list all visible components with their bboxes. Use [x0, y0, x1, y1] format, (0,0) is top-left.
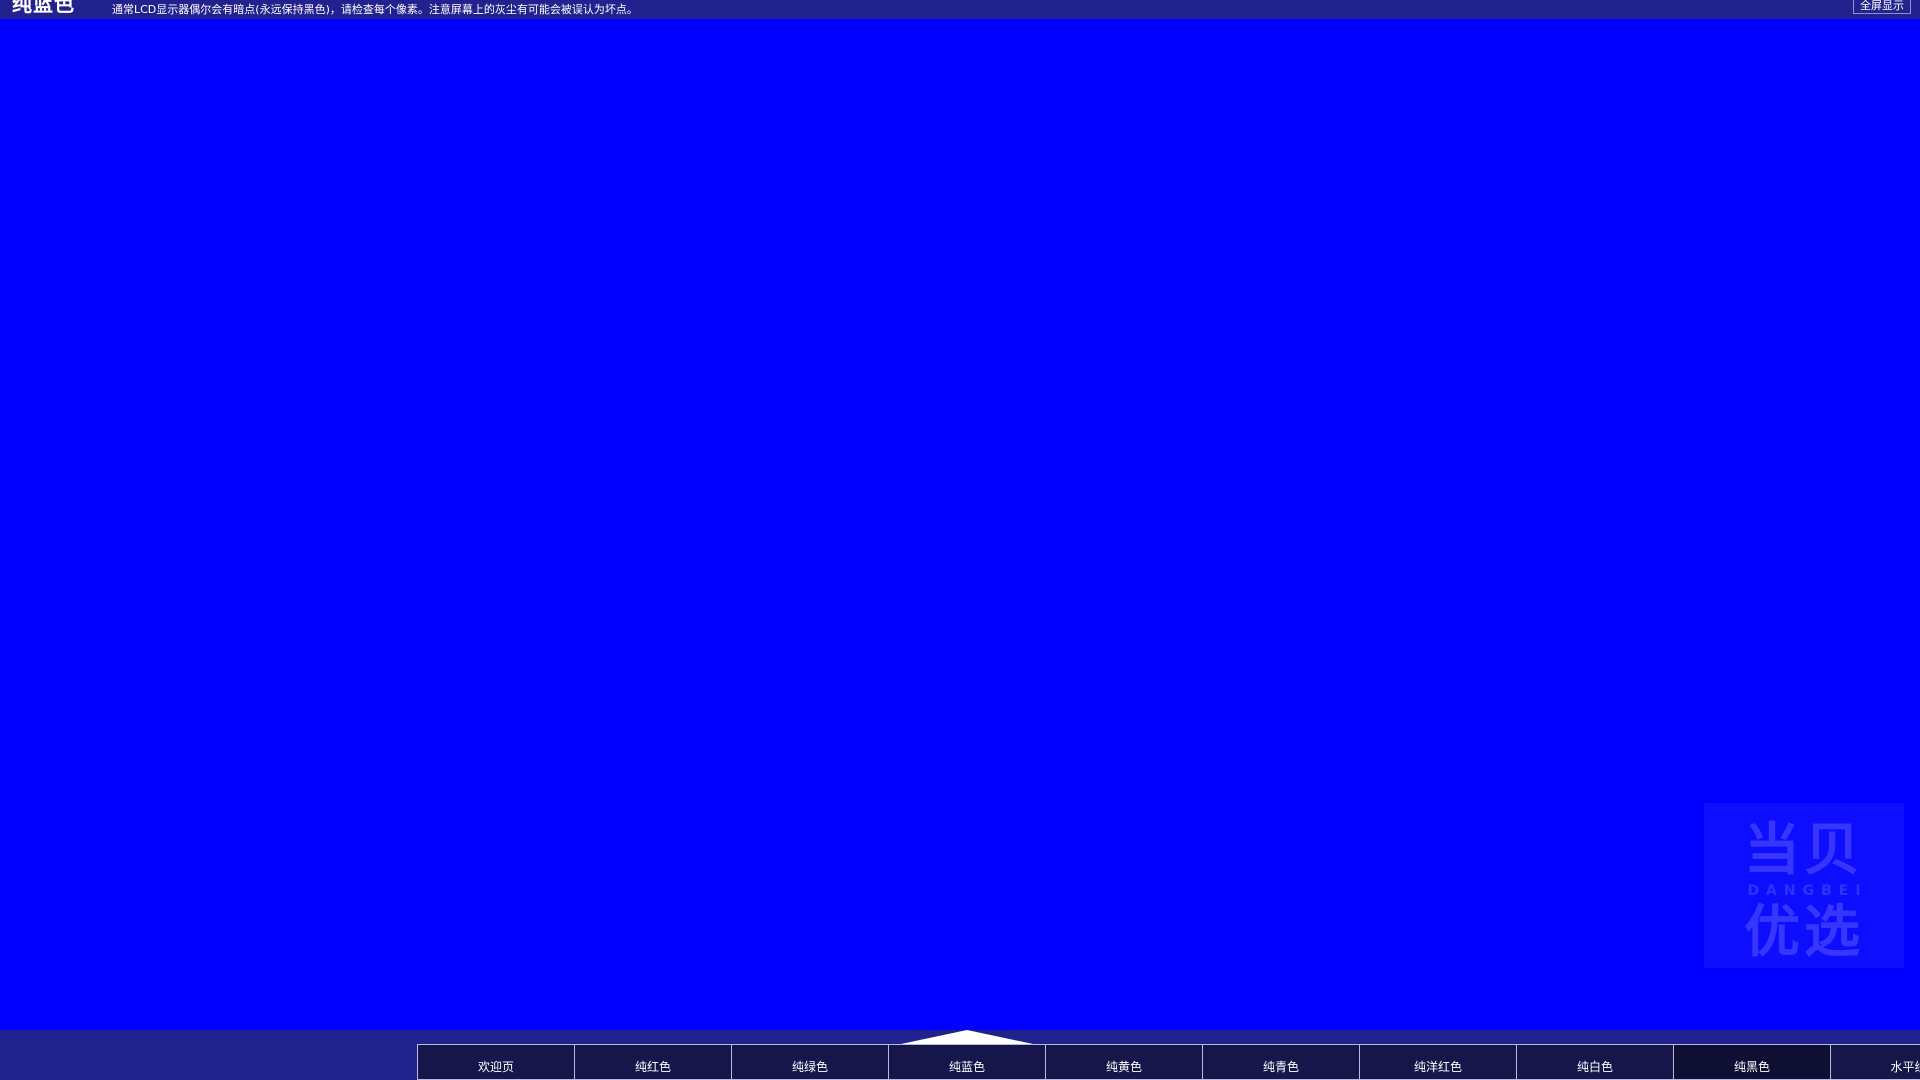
watermark-brand-cn-sub: 优选 [1744, 900, 1864, 965]
nav-button-label: 纯洋红色 [1413, 1060, 1462, 1074]
header-bar: 纯蓝色 通常LCD显示器偶尔会有暗点(永远保持黑色)，请检查每个像素。注意屏幕上… [0, 0, 1920, 19]
nav-button-label: 纯红色 [634, 1060, 671, 1074]
active-tab-indicator-icon [900, 1030, 1033, 1044]
nav-button-5[interactable]: 纯青色 [1202, 1044, 1359, 1080]
fullscreen-button[interactable]: 全屏显示 [1853, 0, 1911, 14]
watermark-brand-cn: 当贝 [1744, 818, 1864, 883]
bottom-navigation-bar: 欢迎页 纯红色 纯绿色 纯蓝色 纯黄色 纯青色 纯洋红色 纯白色 纯黑色 水平线 [0, 1030, 1920, 1080]
nav-button-2[interactable]: 纯绿色 [731, 1044, 888, 1080]
watermark-brand-latin: DANGBEI [1747, 883, 1868, 899]
nav-button-1[interactable]: 纯红色 [574, 1044, 731, 1080]
nav-button-label: 水平线 [1890, 1060, 1920, 1074]
nav-button-9[interactable]: 水平线 [1830, 1044, 1920, 1080]
color-test-canvas[interactable]: 当贝 DANGBEI 优选 [0, 19, 1920, 1030]
dangbei-watermark: 当贝 DANGBEI 优选 [1704, 803, 1904, 968]
display-test-app: 纯蓝色 通常LCD显示器偶尔会有暗点(永远保持黑色)，请检查每个像素。注意屏幕上… [0, 0, 1920, 1080]
nav-button-label: 纯青色 [1262, 1060, 1299, 1074]
page-title: 纯蓝色 [12, 0, 75, 16]
nav-button-7[interactable]: 纯白色 [1516, 1044, 1673, 1080]
nav-button-6[interactable]: 纯洋红色 [1359, 1044, 1516, 1080]
nav-button-label: 纯黑色 [1733, 1060, 1770, 1074]
nav-button-label: 欢迎页 [477, 1060, 514, 1074]
nav-button-8[interactable]: 纯黑色 [1673, 1044, 1830, 1080]
nav-button-label: 纯白色 [1576, 1060, 1613, 1074]
nav-button-label: 纯蓝色 [948, 1060, 985, 1074]
nav-button-strip: 欢迎页 纯红色 纯绿色 纯蓝色 纯黄色 纯青色 纯洋红色 纯白色 纯黑色 水平线 [417, 1044, 1920, 1080]
nav-button-label: 纯黄色 [1105, 1060, 1142, 1074]
nav-button-3[interactable]: 纯蓝色 [888, 1044, 1045, 1080]
nav-button-4[interactable]: 纯黄色 [1045, 1044, 1202, 1080]
header-description: 通常LCD显示器偶尔会有暗点(永远保持黑色)，请检查每个像素。注意屏幕上的灰尘有… [112, 3, 638, 16]
nav-button-label: 纯绿色 [791, 1060, 828, 1074]
nav-button-0[interactable]: 欢迎页 [417, 1044, 574, 1080]
